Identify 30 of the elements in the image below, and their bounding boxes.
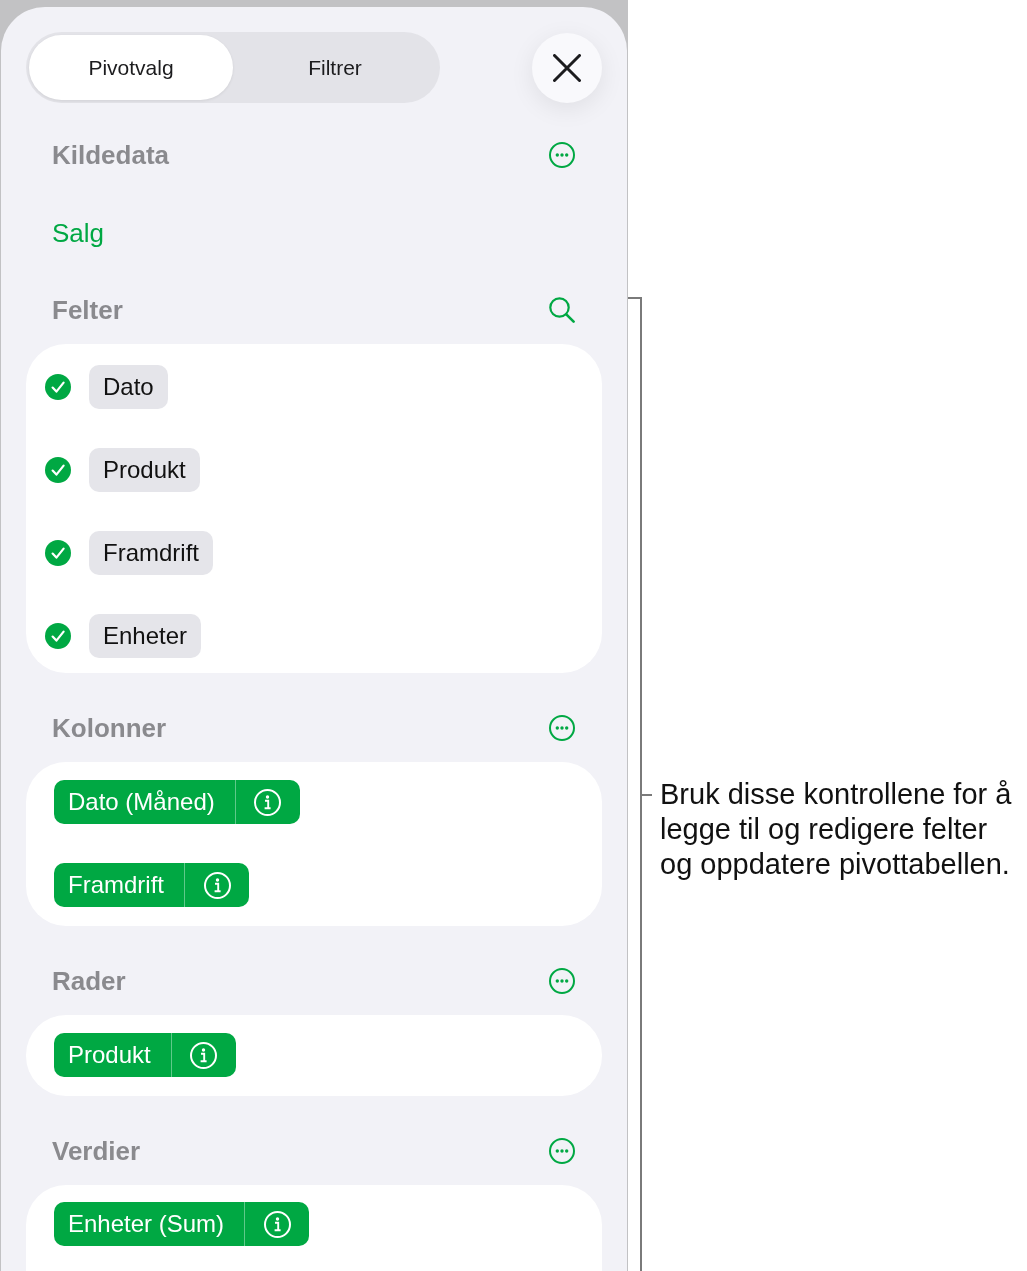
field-chip[interactable]: Dato [89,365,168,409]
info-button[interactable] [184,863,249,907]
field-chip[interactable]: Enheter [89,614,202,658]
section-header: Rader [52,964,126,998]
info-button[interactable] [234,780,300,824]
field-chip[interactable]: Produkt [89,448,200,492]
section-header: Kildedata [52,138,170,172]
info-button[interactable] [170,1033,236,1077]
more-icon[interactable] [549,142,575,168]
info-icon [190,1041,218,1069]
callout-text: Bruk disse kontrollene for å legge til og redigere felter og oppdatere pivottabellen. [660,777,1013,882]
info-icon [263,1210,291,1238]
checkmark-icon[interactable] [45,457,71,483]
more-icon[interactable] [549,715,575,741]
info-button[interactable] [244,1202,310,1246]
tab[interactable]: Pivotvalg [29,35,233,100]
tab[interactable]: Filtrer [233,35,437,100]
section-header: Verdier [52,1134,141,1168]
field-chip[interactable]: Framdrift [89,531,213,575]
close-icon [553,53,581,82]
more-icon[interactable] [549,968,575,994]
info-icon [254,788,282,816]
section-header: Kolonner [52,711,167,745]
search-icon[interactable] [549,297,575,323]
info-icon [203,871,231,899]
more-icon[interactable] [549,1138,575,1164]
checkmark-icon[interactable] [45,623,71,649]
checkmark-icon[interactable] [45,540,71,566]
checkmark-icon[interactable] [45,374,71,400]
section-header: Felter [52,293,123,327]
